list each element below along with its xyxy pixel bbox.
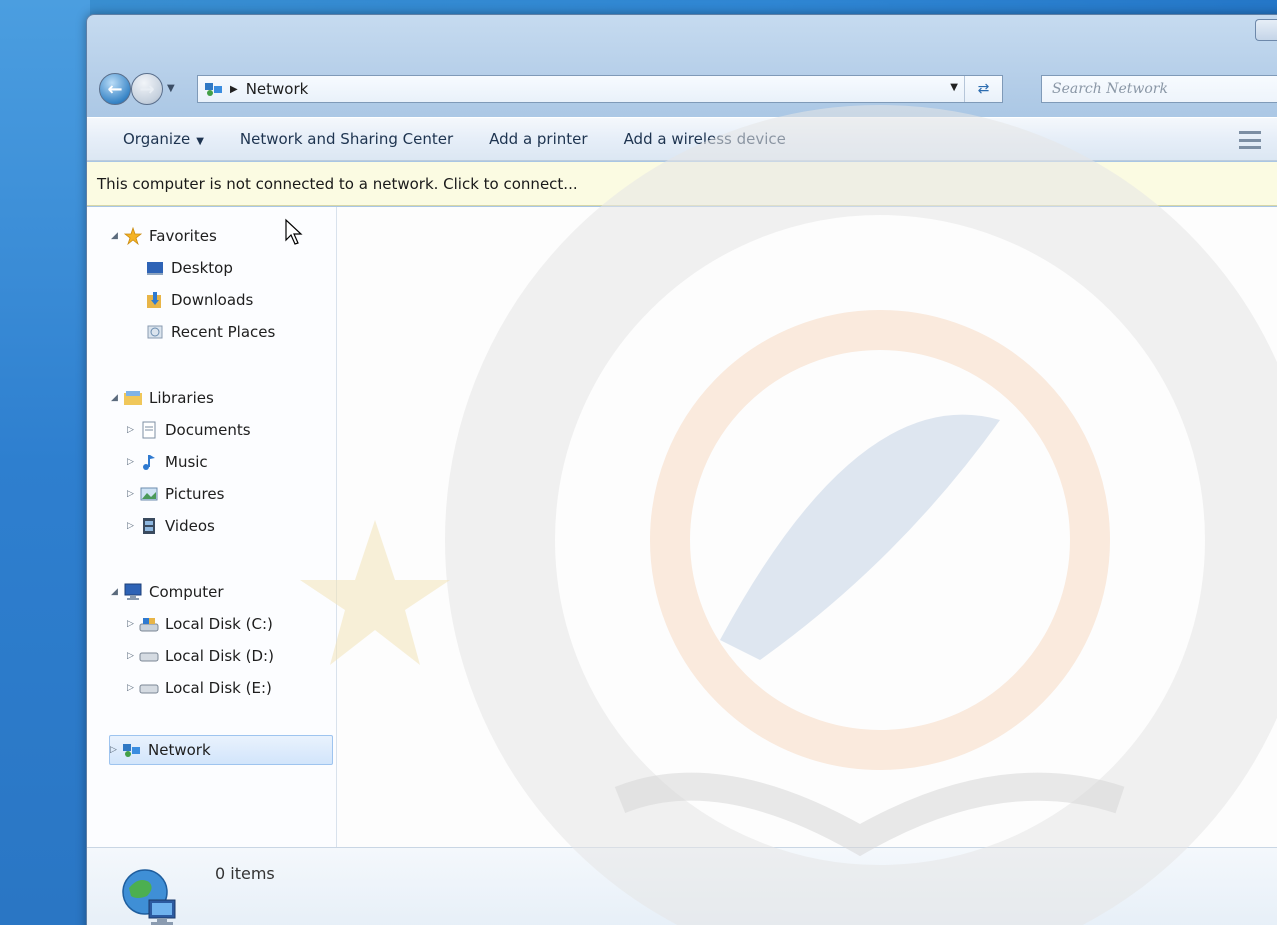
collapsed-arrow-icon[interactable]: ▷ bbox=[127, 425, 139, 435]
add-printer-button[interactable]: Add a printer bbox=[489, 130, 587, 148]
tree-videos-label: Videos bbox=[165, 517, 215, 535]
star-icon bbox=[123, 227, 143, 245]
collapsed-arrow-icon[interactable]: ▷ bbox=[127, 521, 139, 531]
desktop-background bbox=[0, 0, 90, 925]
collapsed-arrow-icon[interactable]: ▷ bbox=[127, 651, 139, 661]
search-input[interactable]: Search Network bbox=[1041, 75, 1277, 103]
network-globe-icon bbox=[122, 869, 176, 925]
tree-favorites-label: Favorites bbox=[149, 227, 217, 245]
collapsed-arrow-icon[interactable]: ▷ bbox=[127, 619, 139, 629]
documents-icon bbox=[139, 421, 159, 439]
expanded-arrow-icon[interactable]: ◢ bbox=[111, 393, 123, 403]
recent-places-icon bbox=[145, 323, 165, 341]
tree-desktop-label: Desktop bbox=[171, 259, 233, 277]
command-bar: Organize ▼ Network and Sharing Center Add… bbox=[87, 117, 1277, 161]
network-info-bar[interactable]: This computer is not connected to a netw… bbox=[87, 162, 1277, 206]
address-history-dropdown[interactable]: ▼ bbox=[950, 82, 958, 93]
hard-drive-icon bbox=[139, 647, 159, 665]
collapsed-arrow-icon[interactable]: ▷ bbox=[127, 683, 139, 693]
tree-libraries[interactable]: ◢ Libraries bbox=[111, 383, 214, 413]
chevron-down-icon: ▼ bbox=[196, 136, 204, 147]
downloads-folder-icon bbox=[145, 291, 165, 309]
tree-item-documents[interactable]: ▷ Documents bbox=[127, 415, 251, 445]
tree-network[interactable]: ▷ Network bbox=[109, 735, 333, 765]
tree-item-desktop[interactable]: Desktop bbox=[145, 253, 233, 283]
collapsed-arrow-icon[interactable]: ▷ bbox=[110, 745, 122, 755]
navigation-row: ← → ▼ ▶ Network ▼ ⇄ Search Network bbox=[87, 71, 1277, 107]
tree-item-pictures[interactable]: ▷ Pictures bbox=[127, 479, 224, 509]
explorer-window: ← → ▼ ▶ Network ▼ ⇄ Search Network Organ… bbox=[86, 14, 1277, 925]
tree-documents-label: Documents bbox=[165, 421, 251, 439]
tree-item-videos[interactable]: ▷ Videos bbox=[127, 511, 215, 541]
tree-item-downloads[interactable]: Downloads bbox=[145, 285, 253, 315]
search-placeholder: Search Network bbox=[1052, 81, 1168, 97]
music-icon bbox=[139, 453, 159, 471]
address-bar[interactable]: ▶ Network ▼ ⇄ bbox=[197, 75, 1003, 103]
organize-label: Organize bbox=[123, 130, 191, 148]
forward-arrow-icon: → bbox=[139, 78, 155, 100]
details-pane: 0 items bbox=[87, 847, 1277, 925]
expanded-arrow-icon[interactable]: ◢ bbox=[111, 587, 123, 597]
hard-drive-icon bbox=[139, 615, 159, 633]
tree-network-label: Network bbox=[148, 741, 211, 759]
computer-icon bbox=[123, 583, 143, 601]
navigation-pane: ◢ Favorites Desktop Downloads Recent Pla… bbox=[87, 207, 337, 847]
network-icon bbox=[122, 741, 142, 759]
tree-recent-places-label: Recent Places bbox=[171, 323, 276, 341]
info-bar-message: This computer is not connected to a netw… bbox=[97, 174, 578, 193]
tree-favorites[interactable]: ◢ Favorites bbox=[111, 221, 217, 251]
breadcrumb-separator[interactable]: ▶ bbox=[230, 84, 238, 95]
view-options-icon[interactable] bbox=[1239, 131, 1261, 149]
refresh-icon: ⇄ bbox=[977, 81, 990, 97]
tree-downloads-label: Downloads bbox=[171, 291, 254, 309]
content-area: ◢ Favorites Desktop Downloads Recent Pla… bbox=[87, 207, 1277, 847]
network-sharing-center-button[interactable]: Network and Sharing Center bbox=[240, 130, 453, 148]
tree-local-disk-c-label: Local Disk (C:) bbox=[165, 615, 273, 633]
tree-pictures-label: Pictures bbox=[165, 485, 225, 503]
videos-icon bbox=[139, 517, 159, 535]
expanded-arrow-icon[interactable]: ◢ bbox=[111, 231, 123, 241]
mouse-cursor-icon bbox=[285, 218, 303, 245]
breadcrumb-network[interactable]: Network bbox=[246, 80, 309, 98]
refresh-button[interactable]: ⇄ bbox=[964, 76, 1002, 102]
tree-music-label: Music bbox=[165, 453, 208, 471]
tree-computer-label: Computer bbox=[149, 583, 224, 601]
tree-item-local-disk-c[interactable]: ▷ Local Disk (C:) bbox=[127, 609, 273, 639]
back-arrow-icon: ← bbox=[107, 78, 123, 100]
hard-drive-icon bbox=[139, 679, 159, 697]
add-wireless-device-button[interactable]: Add a wireless device bbox=[624, 130, 786, 148]
back-button[interactable]: ← bbox=[99, 73, 131, 105]
recent-pages-dropdown[interactable]: ▼ bbox=[167, 83, 175, 94]
desktop-icon bbox=[145, 259, 165, 277]
collapsed-arrow-icon[interactable]: ▷ bbox=[127, 457, 139, 467]
pictures-icon bbox=[139, 485, 159, 503]
forward-button[interactable]: → bbox=[131, 73, 163, 105]
file-list-pane[interactable] bbox=[338, 207, 1277, 847]
network-icon bbox=[204, 81, 224, 97]
libraries-icon bbox=[123, 389, 143, 407]
tree-item-music[interactable]: ▷ Music bbox=[127, 447, 208, 477]
tree-libraries-label: Libraries bbox=[149, 389, 214, 407]
organize-button[interactable]: Organize ▼ bbox=[123, 130, 204, 148]
collapsed-arrow-icon[interactable]: ▷ bbox=[127, 489, 139, 499]
tree-local-disk-d-label: Local Disk (D:) bbox=[165, 647, 274, 665]
tree-local-disk-e-label: Local Disk (E:) bbox=[165, 679, 272, 697]
tree-item-local-disk-d[interactable]: ▷ Local Disk (D:) bbox=[127, 641, 274, 671]
tree-item-recent-places[interactable]: Recent Places bbox=[145, 317, 275, 347]
window-controls[interactable] bbox=[1255, 19, 1277, 41]
item-count: 0 items bbox=[215, 864, 275, 883]
tree-item-local-disk-e[interactable]: ▷ Local Disk (E:) bbox=[127, 673, 272, 703]
tree-computer[interactable]: ◢ Computer bbox=[111, 577, 224, 607]
